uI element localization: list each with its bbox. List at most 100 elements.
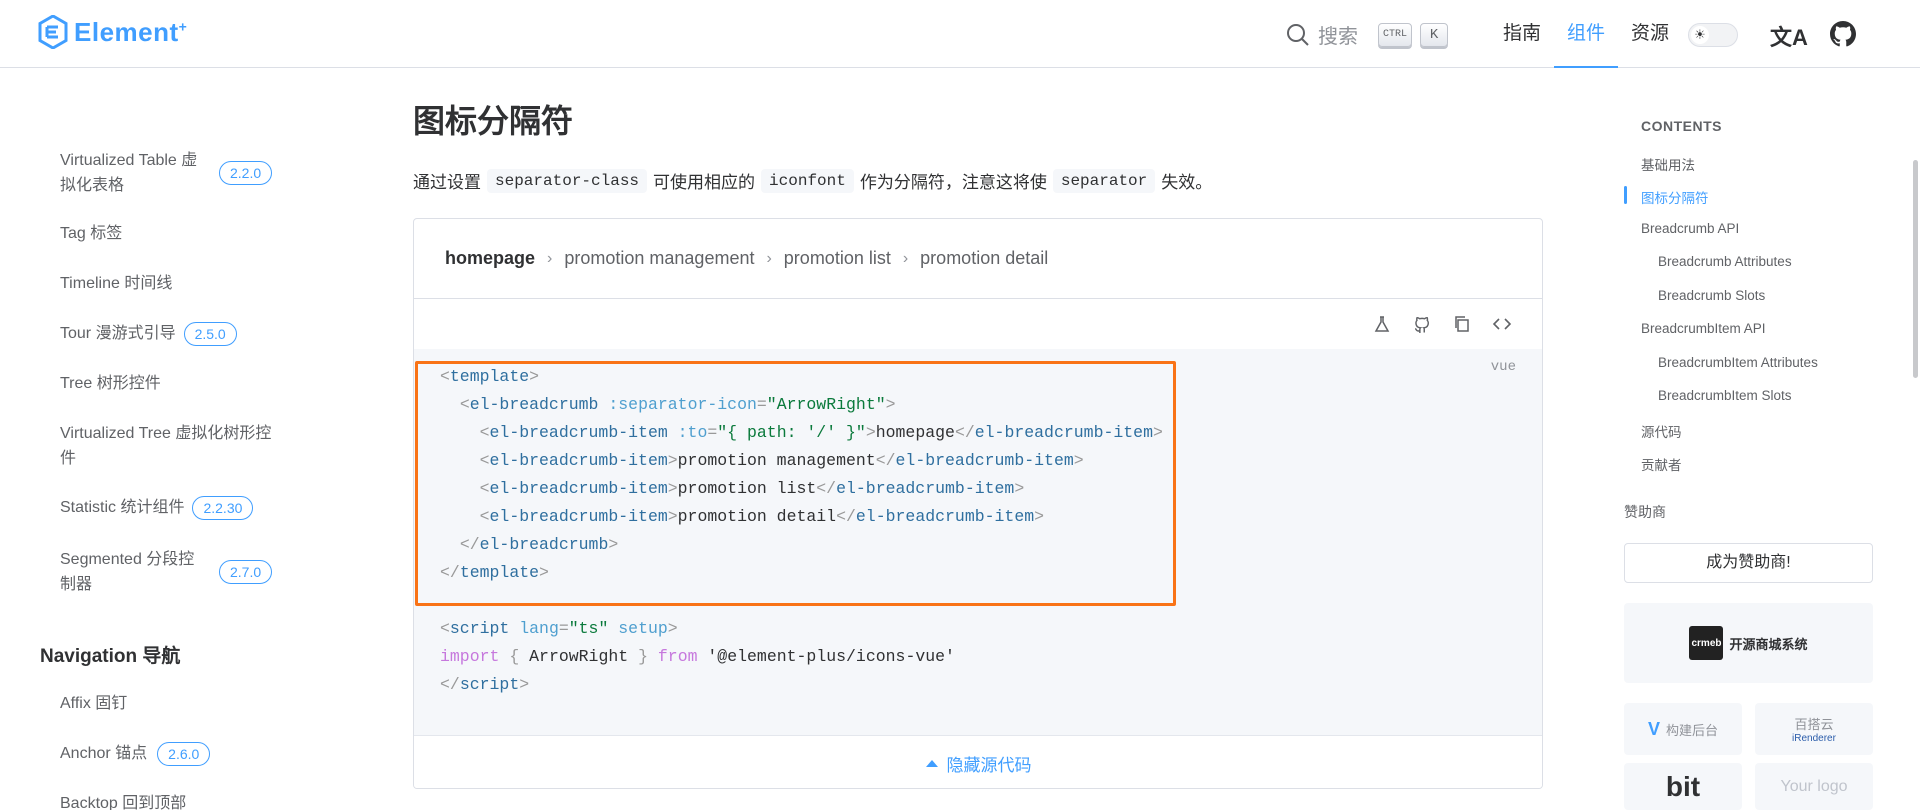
search-icon [1287, 23, 1309, 46]
github-edit-icon[interactable] [1412, 314, 1432, 334]
search-placeholder: 搜索 [1318, 26, 1358, 48]
version-badge: 2.7.0 [219, 560, 273, 584]
k-key-hint: K [1420, 22, 1449, 47]
sidebar-item-label: Segmented 分段控制器 [60, 551, 195, 593]
nav-resources[interactable]: 资源 [1618, 0, 1682, 68]
sponsor-crmeb[interactable]: crmeb 开源商城系统 [1624, 603, 1873, 683]
page-scrollbar[interactable] [1913, 160, 1918, 378]
version-badge: 2.2.0 [219, 161, 273, 185]
github-icon[interactable] [1830, 21, 1856, 47]
sponsor-vform[interactable]: V 构建后台 [1624, 703, 1742, 755]
sponsor-baidu[interactable]: 百搭云 iRenderer [1755, 703, 1873, 755]
sidebar-item-label: Statistic 统计组件 [60, 499, 185, 516]
code-language-label: vue [1490, 359, 1516, 375]
toc-item[interactable]: 基础用法 [1641, 154, 1695, 174]
v-logo-icon: V [1647, 718, 1660, 739]
caret-up-icon [925, 760, 938, 767]
inline-code: separator [1052, 168, 1156, 193]
breadcrumb-item: promotion management [564, 248, 755, 268]
ctrl-key-hint: CTRL [1378, 22, 1413, 47]
version-badge: 2.5.0 [183, 321, 237, 346]
sidebar-item-anchor[interactable]: Anchor 锚点 2.6.0 [60, 741, 280, 766]
chevron-right-icon: › [902, 249, 909, 267]
sponsor-label: 百搭云 [1794, 717, 1834, 732]
nav-guide[interactable]: 指南 [1490, 0, 1554, 68]
sidebar-item-timeline[interactable]: Timeline 时间线 [60, 271, 280, 296]
hide-source-label: 隐藏源代码 [946, 755, 1032, 775]
logo-text: Element+ [74, 16, 188, 47]
toc-item[interactable]: 源代码 [1641, 421, 1682, 441]
desc-text: 通过设置 [413, 173, 481, 192]
sidebar-item-label: Tree 树形控件 [60, 375, 161, 392]
toc-title: CONTENTS [1641, 118, 1722, 134]
theme-toggle[interactable]: ☀ [1688, 23, 1738, 47]
inline-code: iconfont [761, 168, 854, 193]
toc-active-marker [1624, 186, 1627, 204]
code-line: import { ArrowRight } from '@element-plu… [440, 647, 955, 666]
breadcrumb-preview: homepage › promotion management › promot… [414, 219, 1542, 299]
sidebar-item-segmented[interactable]: Segmented 分段控制器 2.7.0 [60, 547, 280, 597]
sidebar-item-label: Backtop 回到顶部 [60, 795, 187, 810]
crmeb-logo: crmeb [1689, 626, 1724, 660]
sidebar-item-statistic[interactable]: Statistic 统计组件 2.2.30 [60, 495, 280, 520]
code-icon[interactable] [1492, 314, 1512, 334]
search-box[interactable]: 搜索 CTRL K [1286, 20, 1449, 49]
sidebar-item-label: Tag 标签 [60, 225, 123, 242]
sidebar-group-title: Navigation 导航 [40, 646, 181, 667]
toc-item[interactable]: Breadcrumb Attributes [1658, 254, 1792, 269]
desc-text: 作为分隔符，注意这将使 [859, 173, 1047, 192]
sidebar-item-affix[interactable]: Affix 固钉 [60, 691, 280, 716]
toc-item[interactable]: BreadcrumbItem API [1641, 321, 1766, 336]
toc-item[interactable]: BreadcrumbItem Slots [1658, 388, 1792, 403]
toc-item-active[interactable]: 图标分隔符 [1641, 187, 1709, 207]
sidebar-item-label: Anchor 锚点 [60, 745, 148, 762]
translate-icon[interactable]: 文A [1770, 20, 1808, 52]
main-nav: 指南 组件 资源 [1490, 0, 1682, 68]
desc-text: 失效。 [1161, 173, 1213, 192]
sponsors-title: 赞助商 [1624, 504, 1666, 520]
sidebar-item-label: Tour 漫游式引导 [60, 325, 176, 342]
version-badge: 2.2.30 [192, 495, 254, 520]
code-line: <script lang="ts" setup> [440, 619, 678, 638]
sidebar: Virtualized Table 虚拟化表格 2.2.0 Tag 标签 Tim… [0, 68, 290, 810]
version-badge: 2.6.0 [157, 741, 211, 766]
toc-item[interactable]: 贡献者 [1641, 454, 1682, 474]
playground-flask-icon[interactable] [1372, 314, 1392, 334]
toc-item[interactable]: BreadcrumbItem Attributes [1658, 355, 1818, 370]
breadcrumb-item[interactable]: homepage [445, 248, 535, 269]
sidebar-item-tag[interactable]: Tag 标签 [60, 221, 280, 246]
sponsor-label: 开源商城系统 [1729, 636, 1808, 652]
breadcrumb-item: promotion list [783, 248, 891, 268]
copy-icon[interactable] [1452, 314, 1472, 334]
sidebar-item-virtualized-table[interactable]: Virtualized Table 虚拟化表格 2.2.0 [60, 148, 280, 198]
demo-toolbar [414, 299, 1542, 349]
sidebar-item-label: Timeline 时间线 [60, 275, 173, 292]
sponsor-bit[interactable]: bit [1624, 763, 1742, 810]
sidebar-item-label: Virtualized Tree 虚拟化树形控件 [60, 425, 272, 467]
sidebar-item-virtualized-tree[interactable]: Virtualized Tree 虚拟化树形控件 [60, 421, 275, 471]
sidebar-item-tree[interactable]: Tree 树形控件 [60, 371, 280, 396]
code-line: </script> [440, 675, 530, 694]
page-title: 图标分隔符 [413, 103, 574, 139]
sponsor-label: 构建后台 [1666, 722, 1719, 738]
sidebar-item-backtop[interactable]: Backtop 回到顶部 [60, 791, 280, 810]
irenderer-logo: iRenderer [1792, 733, 1836, 744]
hide-source-button[interactable]: 隐藏源代码 [414, 735, 1542, 788]
top-navbar: Element+ 搜索 CTRL K 指南 组件 资源 ☀ 文A [0, 0, 1920, 68]
inline-code: separator-class [487, 168, 648, 193]
section-description: 通过设置 separator-class 可使用相应的 iconfont 作为分… [413, 168, 1212, 193]
highlight-annotation-box [415, 361, 1176, 606]
element-logo-icon [38, 15, 68, 49]
sponsor-your-logo[interactable]: Your logo [1755, 763, 1873, 810]
toc-item[interactable]: Breadcrumb Slots [1658, 288, 1765, 303]
desc-text: 可使用相应的 [653, 173, 756, 192]
sidebar-item-label: Affix 固钉 [60, 695, 128, 712]
nav-components[interactable]: 组件 [1554, 0, 1619, 68]
sidebar-item-label: Virtualized Table 虚拟化表格 [60, 152, 198, 194]
element-plus-logo[interactable]: Element+ [38, 15, 187, 49]
become-sponsor-button[interactable]: 成为赞助商! [1624, 543, 1873, 583]
sun-icon: ☀ [1691, 26, 1709, 44]
chevron-right-icon: › [766, 249, 772, 267]
toc-item[interactable]: Breadcrumb API [1641, 221, 1739, 236]
sidebar-item-tour[interactable]: Tour 漫游式引导 2.5.0 [60, 321, 280, 346]
